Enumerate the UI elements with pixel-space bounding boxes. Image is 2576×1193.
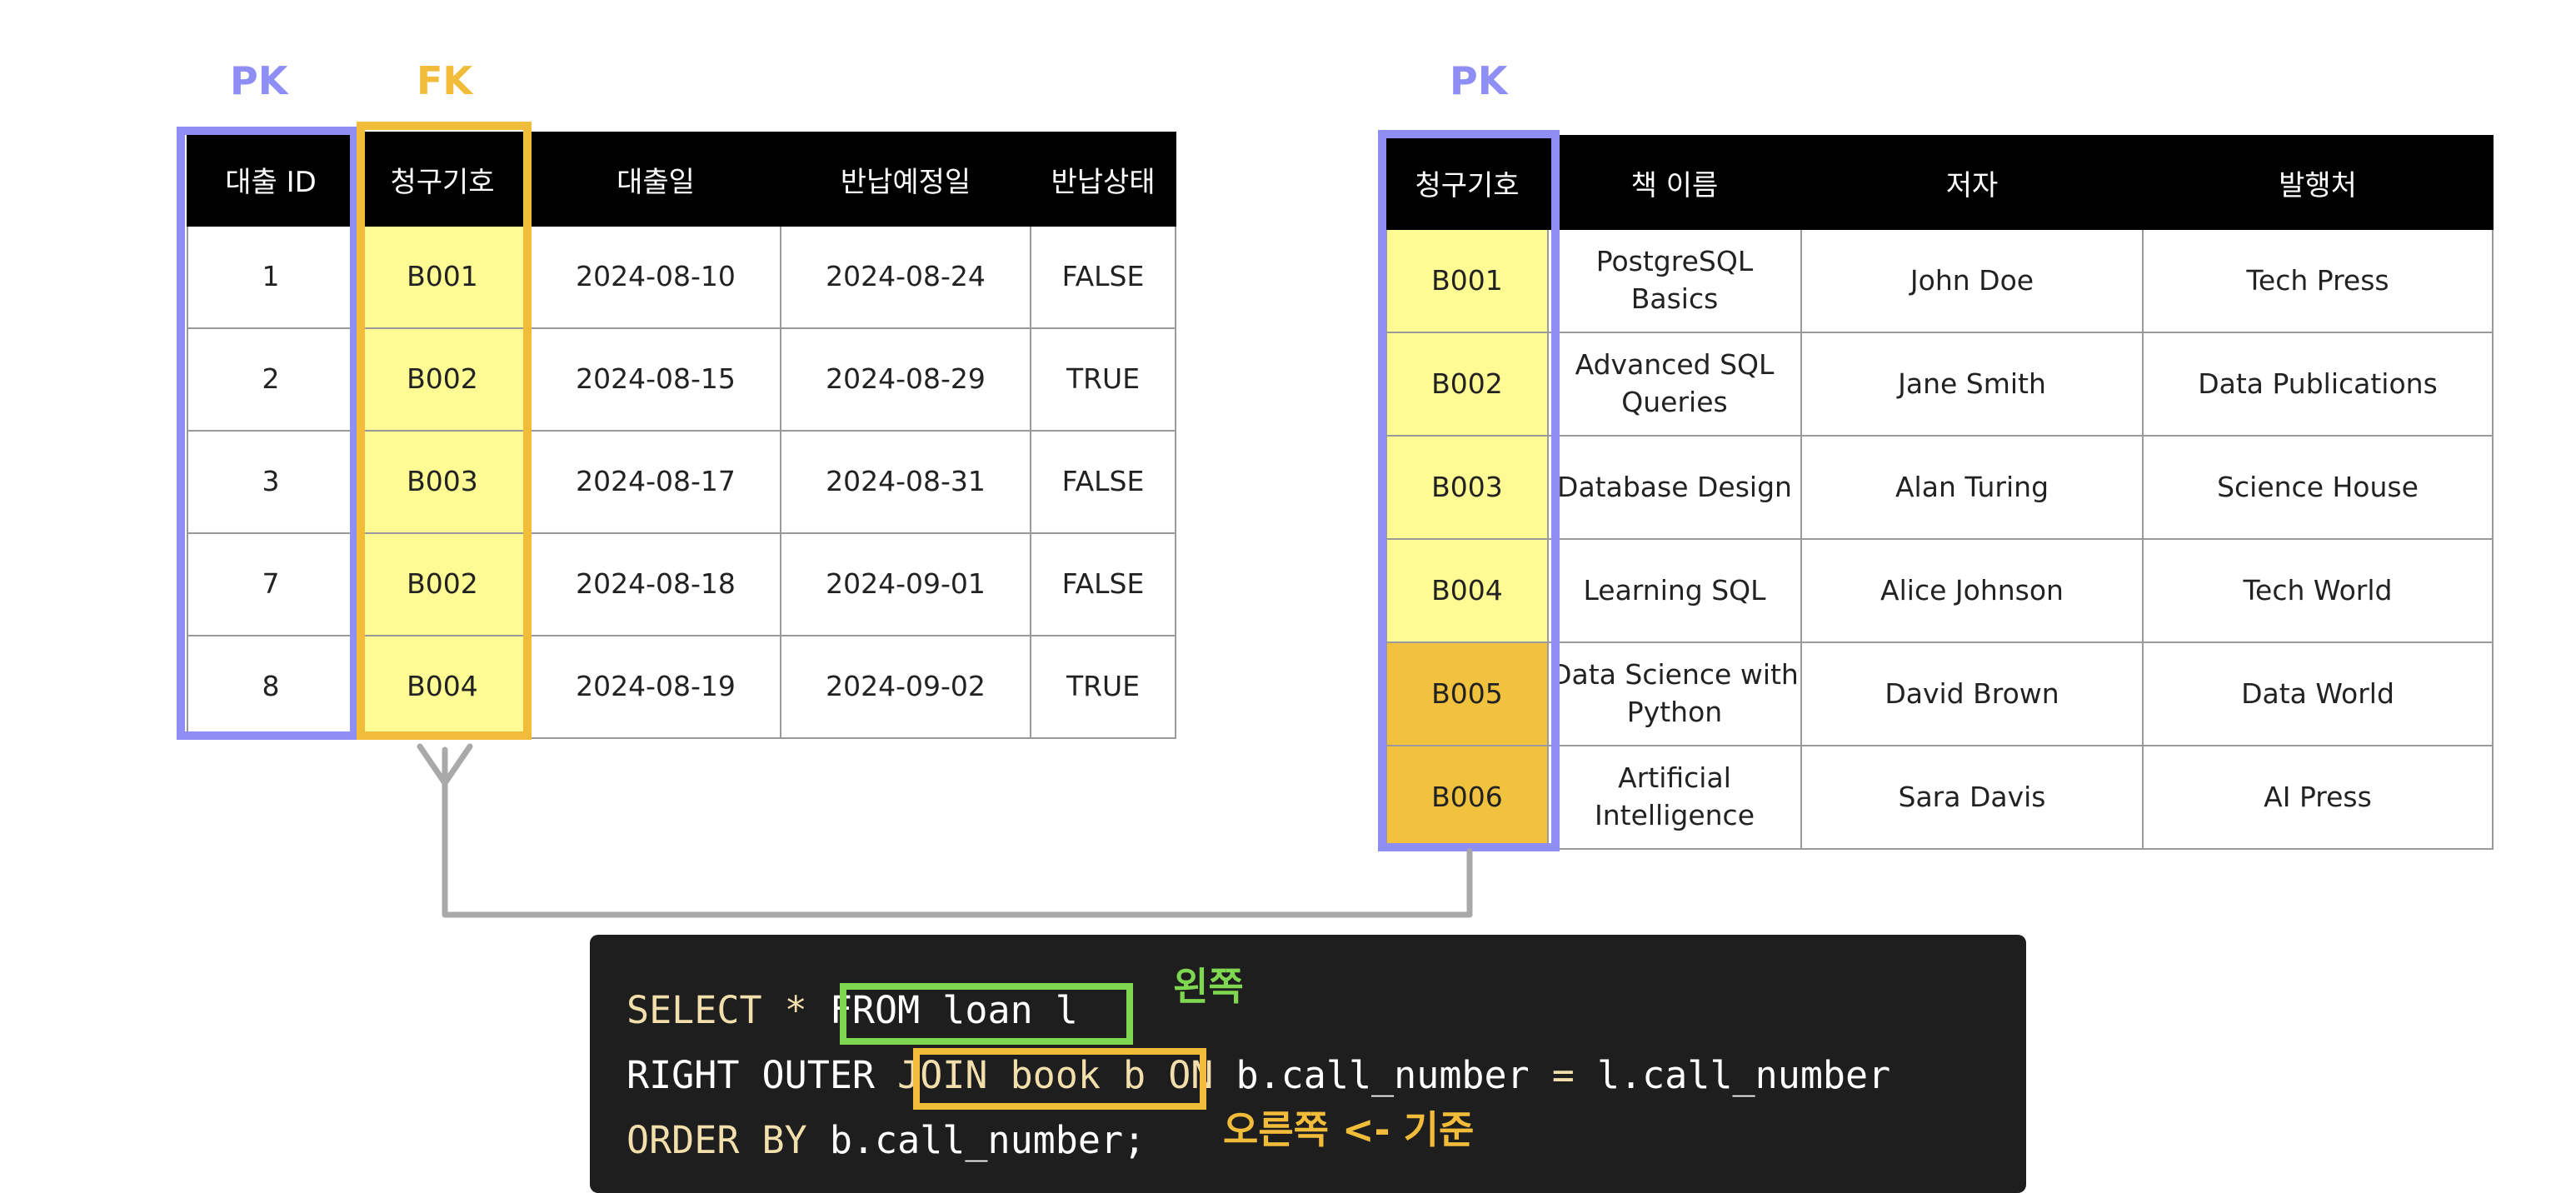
sql-code-block: SELECT * FROM loan l RIGHT OUTER JOIN bo… — [590, 935, 2026, 1193]
code-line-2: RIGHT OUTER JOIN book b ON b.call_number… — [627, 1053, 1890, 1097]
left-annotation: 왼쪽 — [1173, 964, 1244, 1009]
code-equals: = — [1551, 1053, 1575, 1097]
code-line-1: SELECT * FROM loan l — [627, 988, 1078, 1032]
code-line-3: ORDER BY b.call_number; — [627, 1118, 1146, 1162]
code-order-expr: b.call_number; — [829, 1118, 1146, 1162]
code-from-clause: FROM loan l — [829, 988, 1078, 1032]
connector-line — [442, 746, 1473, 918]
code-on-keyword: ON — [1168, 1053, 1214, 1097]
crowfoot-right-prong — [442, 743, 473, 786]
code-select-keyword: SELECT — [627, 988, 762, 1032]
code-join-clause: JOIN book b — [897, 1053, 1146, 1097]
code-left-expr: b.call_number — [1236, 1053, 1530, 1097]
code-order-by-keyword: ORDER BY — [627, 1118, 807, 1162]
right-annotation: 오른쪽 <- 기준 — [1223, 1107, 1475, 1152]
code-right-expr: l.call_number — [1596, 1053, 1891, 1097]
code-star: * — [784, 988, 807, 1032]
code-right-outer: RIGHT OUTER — [627, 1053, 876, 1097]
crowfoot-left-prong — [417, 743, 448, 786]
